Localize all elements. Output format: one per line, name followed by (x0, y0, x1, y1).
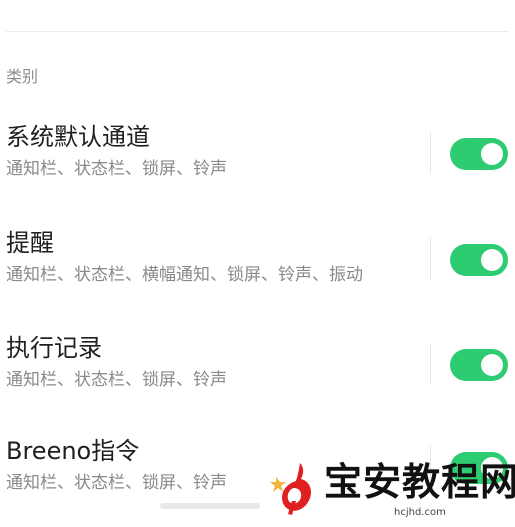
channel-row-execution-log[interactable]: 执行记录 通知栏、状态栏、锁屏、铃声 (0, 333, 515, 413)
channel-toggle[interactable] (450, 349, 508, 381)
channel-subtitle: 通知栏、状态栏、锁屏、铃声 (6, 370, 227, 390)
row-divider (430, 343, 431, 385)
row-divider (430, 238, 431, 280)
channel-subtitle: 通知栏、状态栏、横幅通知、锁屏、铃声、振动 (6, 265, 363, 285)
channel-subtitle: 通知栏、状态栏、锁屏、铃声 (6, 473, 227, 493)
section-label: 类别 (6, 67, 39, 86)
channel-toggle[interactable] (450, 138, 508, 170)
toggle-knob (481, 143, 503, 165)
scroll-indicator (160, 503, 260, 509)
top-divider (6, 31, 509, 32)
notification-channels-screen: 类别 系统默认通道 通知栏、状态栏、锁屏、铃声 提醒 通知栏、状态栏、横幅通知、… (0, 0, 515, 527)
channel-subtitle: 通知栏、状态栏、锁屏、铃声 (6, 159, 227, 179)
sparkle-icon (270, 477, 286, 492)
channel-title: Breeno指令 (6, 437, 140, 465)
row-divider (430, 132, 431, 174)
channel-row-system-default[interactable]: 系统默认通道 通知栏、状态栏、锁屏、铃声 (0, 122, 515, 202)
channel-title: 系统默认通道 (6, 123, 150, 151)
watermark-url: hcjhd.com (394, 507, 446, 518)
brand-logo-icon (270, 461, 314, 517)
channel-row-reminder[interactable]: 提醒 通知栏、状态栏、横幅通知、锁屏、铃声、振动 (0, 228, 515, 308)
toggle-knob (481, 249, 503, 271)
channel-title: 执行记录 (6, 334, 102, 362)
watermark: 宝安教程网 hcjhd.com (262, 455, 515, 527)
channel-toggle[interactable] (450, 244, 508, 276)
watermark-text: 宝安教程网 (324, 459, 515, 504)
channel-title: 提醒 (6, 229, 54, 257)
toggle-knob (481, 354, 503, 376)
